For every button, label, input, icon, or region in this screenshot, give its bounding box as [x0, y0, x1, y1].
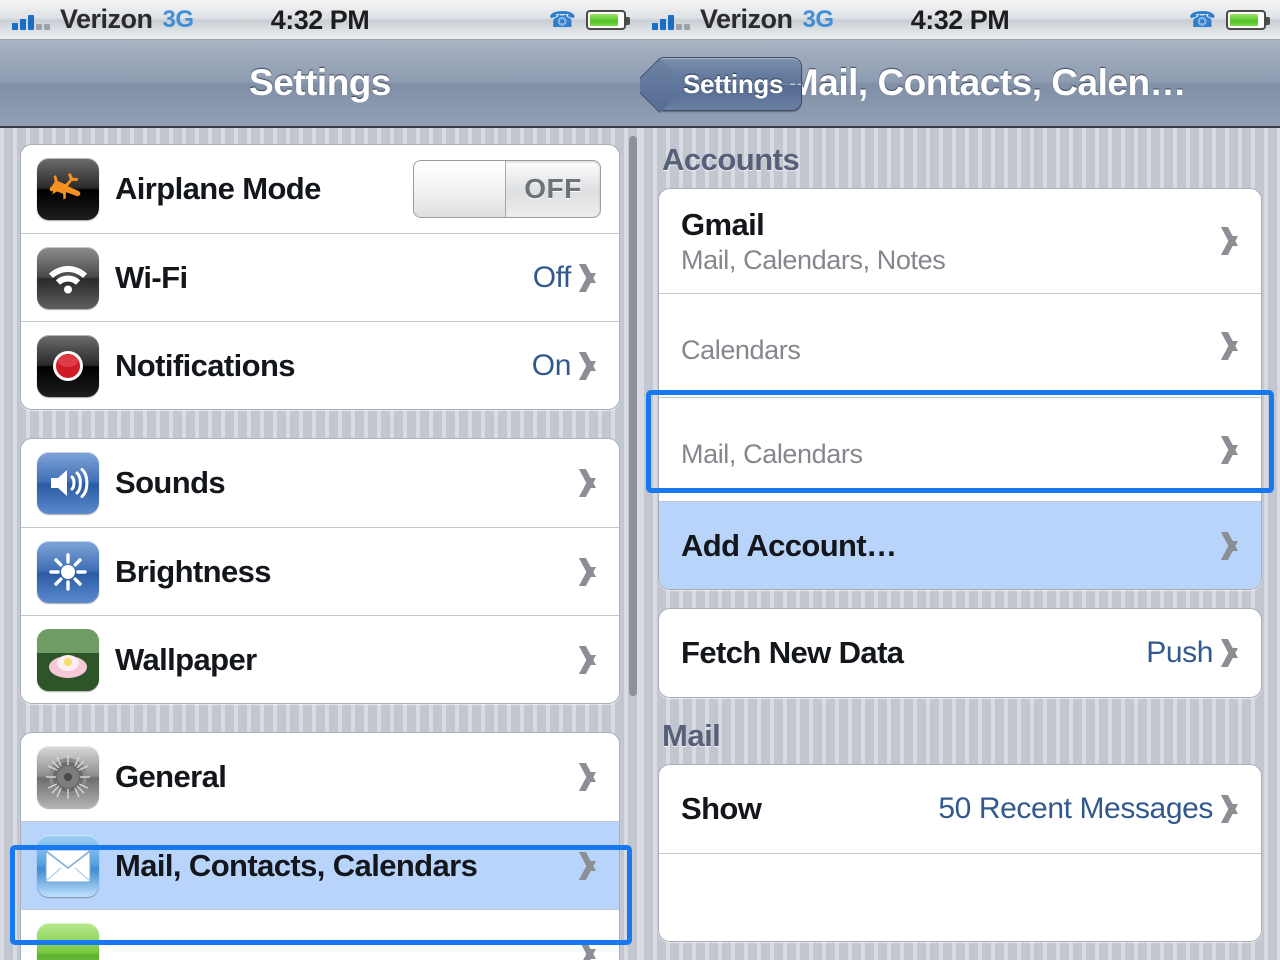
- status-bar-right-cluster: ☎: [548, 0, 630, 40]
- mail-group: Show 50 Recent Messages: [658, 764, 1262, 942]
- fetch-new-data-row[interactable]: Fetch New Data Push: [659, 609, 1261, 697]
- sidebar-item-label: Brightness: [115, 553, 272, 589]
- sounds-icon: [37, 452, 99, 514]
- settings-list[interactable]: Airplane Mode OFF Wi-Fi Off Notification…: [0, 128, 640, 960]
- wifi-icon: [37, 246, 99, 309]
- right-phone-screen: Verizon 3G 4:32 PM ☎ Settings Mail, Cont…: [640, 0, 1280, 960]
- mail-settings-list[interactable]: Accounts Gmail Mail, Calendars, Notes Ca…: [640, 128, 1280, 960]
- vertical-scrollbar[interactable]: [629, 136, 637, 696]
- sidebar-item-general[interactable]: General: [21, 733, 619, 821]
- settings-group-apps: General Mail, Contacts, Calendars: [20, 732, 620, 960]
- section-header-accounts: Accounts: [662, 142, 800, 177]
- toggle-knob: [414, 161, 506, 217]
- add-account-label: Add Account…: [681, 527, 897, 563]
- chevron-right-icon: [1227, 532, 1243, 560]
- tty-icon: ☎: [548, 7, 576, 32]
- airplane-mode-toggle[interactable]: OFF: [413, 160, 601, 218]
- left-phone-screen: Verizon 3G 4:32 PM ☎ Settings Airplane M…: [0, 0, 640, 960]
- sidebar-item-notifications[interactable]: Notifications On: [21, 321, 619, 409]
- row-label: Show: [681, 791, 762, 826]
- account-title: [681, 325, 1227, 333]
- dual-screenshot-container: Verizon 3G 4:32 PM ☎ Settings Airplane M…: [0, 0, 1280, 960]
- chevron-right-icon: [585, 646, 601, 674]
- page-title: Mail, Contacts, Calen…: [787, 62, 1187, 103]
- accounts-group: Gmail Mail, Calendars, Notes Calendars M…: [658, 188, 1262, 590]
- account-title: [681, 429, 1227, 437]
- row-value: Push: [1146, 636, 1213, 669]
- fetch-group: Fetch New Data Push: [658, 608, 1262, 698]
- back-button[interactable]: Settings: [656, 57, 803, 111]
- page-title: Settings: [249, 62, 391, 103]
- wallpaper-icon: [37, 628, 99, 691]
- account-row-gmail[interactable]: Gmail Mail, Calendars, Notes: [659, 189, 1261, 293]
- sidebar-item-value: Off: [532, 260, 572, 294]
- chevron-right-icon: [1227, 795, 1243, 823]
- back-button-label: Settings: [683, 68, 784, 99]
- mail-row-next[interactable]: [659, 853, 1261, 941]
- phone-icon: [37, 922, 99, 960]
- chevron-right-icon: [585, 352, 601, 380]
- clock-label: 4:32 PM: [910, 4, 1010, 35]
- chevron-right-icon: [585, 264, 601, 292]
- tty-icon: ☎: [1188, 7, 1216, 32]
- section-header-mail: Mail: [662, 718, 721, 753]
- gear-icon: [37, 746, 99, 808]
- status-bar-right: Verizon 3G 4:32 PM ☎: [640, 0, 1280, 40]
- chevron-right-icon: [1227, 227, 1243, 255]
- chevron-right-icon: [585, 763, 601, 791]
- sidebar-item-airplane-mode[interactable]: Airplane Mode OFF: [21, 145, 619, 233]
- toggle-state-label: OFF: [524, 173, 582, 204]
- sidebar-item-brightness[interactable]: Brightness: [21, 527, 619, 615]
- notifications-icon: [37, 334, 99, 397]
- airplane-icon: [37, 158, 99, 220]
- account-title: Gmail: [681, 206, 765, 242]
- chevron-right-icon: [1227, 436, 1243, 464]
- row-value: 50 Recent Messages: [938, 792, 1213, 825]
- brightness-icon: [37, 540, 99, 603]
- sidebar-item-label: Mail, Contacts, Calendars: [115, 847, 478, 883]
- sidebar-item-value: On: [531, 348, 572, 382]
- sidebar-item-wallpaper[interactable]: Wallpaper: [21, 615, 619, 703]
- chevron-right-icon: [585, 852, 601, 880]
- chevron-right-icon: [585, 940, 601, 960]
- row-label: Fetch New Data: [681, 635, 904, 670]
- sidebar-item-mail-contacts-calendars[interactable]: Mail, Contacts, Calendars: [21, 821, 619, 909]
- account-subtitle: Mail, Calendars, Notes: [681, 244, 946, 275]
- add-account-button[interactable]: Add Account…: [659, 501, 1261, 589]
- show-messages-row[interactable]: Show 50 Recent Messages: [659, 765, 1261, 853]
- chevron-right-icon: [1227, 639, 1243, 667]
- chevron-right-icon: [585, 558, 601, 586]
- nav-bar-left: Settings: [0, 40, 640, 128]
- nav-bar-right: Settings Mail, Contacts, Calen…: [640, 40, 1280, 128]
- settings-group-display: Sounds Brightness Wallpaper: [20, 438, 620, 704]
- sidebar-item-label: Notifications: [115, 347, 296, 383]
- status-bar-right-cluster: ☎: [1188, 0, 1270, 40]
- sidebar-item-label: Airplane Mode: [115, 171, 321, 206]
- account-subtitle: Mail, Calendars: [681, 439, 863, 469]
- account-row-3[interactable]: Mail, Calendars: [659, 397, 1261, 501]
- sidebar-item-wifi[interactable]: Wi-Fi Off: [21, 233, 619, 321]
- account-subtitle: Calendars: [681, 335, 801, 365]
- sidebar-item-label: General: [115, 759, 227, 794]
- sidebar-item-label: Wi-Fi: [115, 259, 188, 295]
- status-bar-left: Verizon 3G 4:32 PM ☎: [0, 0, 640, 40]
- mail-icon: [37, 834, 99, 897]
- clock-label: 4:32 PM: [270, 4, 370, 35]
- battery-icon: [586, 10, 630, 30]
- battery-icon: [1226, 10, 1270, 30]
- chevron-right-icon: [1227, 332, 1243, 360]
- settings-group-connectivity: Airplane Mode OFF Wi-Fi Off Notification…: [20, 144, 620, 410]
- account-row-2[interactable]: Calendars: [659, 293, 1261, 397]
- chevron-right-icon: [585, 469, 601, 497]
- sidebar-item-sounds[interactable]: Sounds: [21, 439, 619, 527]
- sidebar-item-label: Wallpaper: [115, 641, 257, 677]
- sidebar-item-label: Sounds: [115, 465, 226, 500]
- sidebar-item-phone[interactable]: [21, 909, 619, 960]
